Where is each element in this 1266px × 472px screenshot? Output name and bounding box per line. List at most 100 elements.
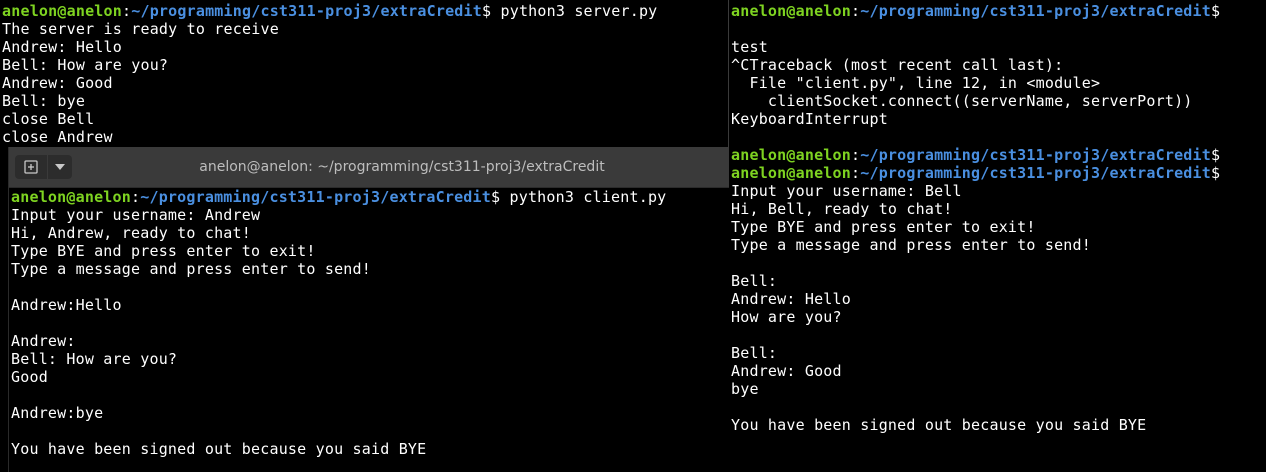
line-text: close Bell: [2, 110, 95, 128]
terminal-line: anelon@anelon:~/programming/cst311-proj3…: [731, 164, 1220, 182]
terminal-line: Andrew:bye: [11, 404, 666, 422]
line-text: $ python3 server.py: [482, 2, 658, 20]
line-text: Bell:: [731, 344, 778, 362]
terminal-line: Hi, Andrew, ready to chat!: [11, 224, 666, 242]
prompt-user: anelon@anelon: [11, 188, 131, 206]
terminal-line: Bell:: [731, 272, 1220, 290]
line-text: Type a message and press enter to send!: [11, 260, 371, 278]
line-text: How are you?: [731, 308, 842, 326]
prompt-path: ~/programming/cst311-proj3/extraCredit: [860, 146, 1212, 164]
line-text: Andrew:bye: [11, 404, 104, 422]
line-text: ^CTraceback (most recent call last):: [731, 56, 1064, 74]
line-text: Input your username: Andrew: [11, 206, 261, 224]
line-text: Andrew: Good: [731, 362, 842, 380]
prompt-user: anelon@anelon: [731, 164, 851, 182]
terminal-line: You have been signed out because you sai…: [11, 440, 666, 458]
line-text: Input your username: Bell: [731, 182, 962, 200]
terminal-line: Bell: bye: [2, 92, 657, 110]
line-text: Andrew: Hello: [731, 290, 851, 308]
line-text: close Andrew: [2, 128, 113, 146]
line-text: Hi, Bell, ready to chat!: [731, 200, 953, 218]
window-title: anelon@anelon: ~/programming/cst311-proj…: [199, 159, 605, 175]
terminal-line: anelon@anelon:~/programming/cst311-proj3…: [11, 188, 666, 206]
prompt-user: anelon@anelon: [731, 2, 851, 20]
terminal-line: test: [731, 38, 1220, 56]
terminal-line: Bell: How are you?: [11, 350, 666, 368]
line-text: Type a message and press enter to send!: [731, 236, 1091, 254]
line-text: The server is ready to receive: [2, 20, 279, 38]
prompt-user: anelon@anelon: [2, 2, 122, 20]
terminal-line: anelon@anelon:~/programming/cst311-proj3…: [731, 2, 1220, 20]
prompt-path: ~/programming/cst311-proj3/extraCredit: [131, 2, 483, 20]
terminal-line: Andrew:: [11, 332, 666, 350]
terminal-line: Andrew: Good: [2, 74, 657, 92]
line-text: test: [731, 38, 768, 56]
line-text: Bell: How are you?: [11, 350, 178, 368]
line-text: $: [1211, 146, 1221, 164]
line-text: clientSocket.connect((serverName, server…: [731, 92, 1193, 110]
line-text: Bell:: [731, 272, 778, 290]
line-text: :: [131, 188, 141, 206]
terminal-line: File "client.py", line 12, in <module>: [731, 74, 1220, 92]
terminal-line: clientSocket.connect((serverName, server…: [731, 92, 1220, 110]
line-text: $: [1211, 164, 1221, 182]
line-text: :: [122, 2, 132, 20]
line-text: :: [851, 164, 861, 182]
terminal-line: close Bell: [2, 110, 657, 128]
terminal-line: Andrew: Hello: [2, 38, 657, 56]
line-text: KeyboardInterrupt: [731, 110, 888, 128]
terminal-line: Andrew: Good: [731, 362, 1220, 380]
terminal-line: Bell:: [731, 344, 1220, 362]
line-text: Bell: bye: [2, 92, 86, 110]
prompt-path: ~/programming/cst311-proj3/extraCredit: [860, 2, 1212, 20]
prompt-user: anelon@anelon: [731, 146, 851, 164]
line-text: File "client.py", line 12, in <module>: [731, 74, 1101, 92]
terminal-line: close Andrew: [2, 128, 657, 146]
line-text: :: [851, 146, 861, 164]
terminal-line: Type a message and press enter to send!: [731, 236, 1220, 254]
andrew-output: anelon@anelon:~/programming/cst311-proj3…: [11, 188, 666, 458]
prompt-path: ~/programming/cst311-proj3/extraCredit: [140, 188, 492, 206]
terminal-line: Type a message and press enter to send!: [11, 260, 666, 278]
terminal-line: How are you?: [731, 308, 1220, 326]
line-text: Good: [11, 368, 48, 386]
terminal-titlebar[interactable]: anelon@anelon: ~/programming/cst311-proj…: [9, 147, 729, 188]
line-text: :: [851, 2, 861, 20]
terminal-line: You have been signed out because you sai…: [731, 416, 1220, 434]
client-terminal-andrew[interactable]: anelon@anelon: ~/programming/cst311-proj…: [8, 147, 729, 472]
terminal-line: KeyboardInterrupt: [731, 110, 1220, 128]
line-text: Andrew: Good: [2, 74, 113, 92]
terminal-line: Input your username: Andrew: [11, 206, 666, 224]
bell-output: anelon@anelon:~/programming/cst311-proj3…: [731, 2, 1220, 434]
client-terminal-bell[interactable]: anelon@anelon:~/programming/cst311-proj3…: [728, 0, 1266, 472]
line-text: Hi, Andrew, ready to chat!: [11, 224, 251, 242]
terminal-line: Type BYE and press enter to exit!: [11, 242, 666, 260]
server-output: anelon@anelon:~/programming/cst311-proj3…: [2, 2, 657, 146]
prompt-path: ~/programming/cst311-proj3/extraCredit: [860, 164, 1212, 182]
terminal-line: anelon@anelon:~/programming/cst311-proj3…: [731, 146, 1220, 164]
line-text: You have been signed out because you sai…: [731, 416, 1147, 434]
line-text: Andrew:: [11, 332, 76, 350]
line-text: bye: [731, 380, 759, 398]
line-text: You have been signed out because you sai…: [11, 440, 427, 458]
line-text: Andrew: Hello: [2, 38, 122, 56]
line-text: Type BYE and press enter to exit!: [11, 242, 316, 260]
terminal-line: Good: [11, 368, 666, 386]
terminal-line: ^CTraceback (most recent call last):: [731, 56, 1220, 74]
terminal-line: Andrew:Hello: [11, 296, 666, 314]
terminal-line: The server is ready to receive: [2, 20, 657, 38]
terminal-line: Input your username: Bell: [731, 182, 1220, 200]
line-text: Andrew:Hello: [11, 296, 122, 314]
line-text: $: [1211, 2, 1221, 20]
terminal-line: Type BYE and press enter to exit!: [731, 218, 1220, 236]
terminal-line: Hi, Bell, ready to chat!: [731, 200, 1220, 218]
